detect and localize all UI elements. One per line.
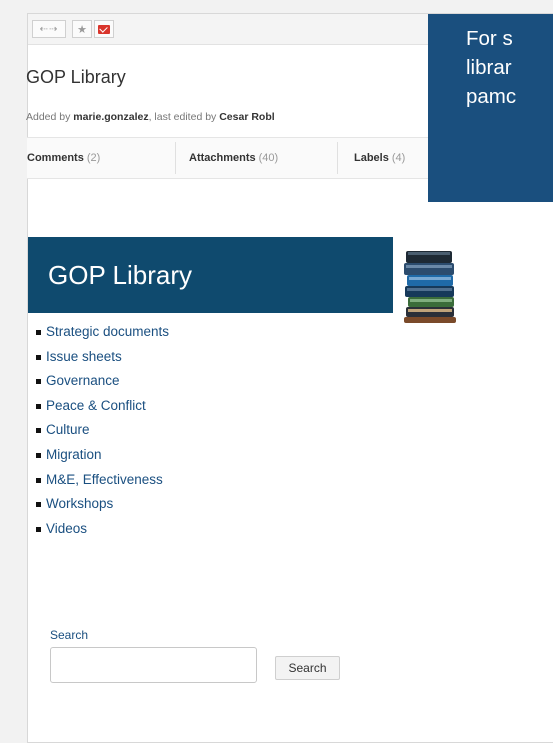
byline-editor-link[interactable]: Cesar Robl bbox=[219, 111, 274, 123]
link-me-effectiveness[interactable]: M&E, Effectiveness bbox=[36, 468, 169, 493]
tab-labels-count: (4) bbox=[391, 152, 406, 164]
byline-prefix: Added by bbox=[26, 111, 71, 123]
tab-labels-label: Labels bbox=[354, 152, 389, 164]
search-button[interactable]: Search bbox=[275, 656, 340, 680]
search-input[interactable] bbox=[50, 647, 257, 683]
tab-divider bbox=[175, 142, 176, 174]
tab-divider bbox=[337, 142, 338, 174]
tab-comments-count: (2) bbox=[86, 152, 101, 164]
search-label: Search bbox=[50, 628, 89, 642]
link-migration[interactable]: Migration bbox=[36, 443, 169, 468]
banner-title: GOP Library bbox=[48, 259, 193, 290]
library-links: Strategic documents Issue sheets Governa… bbox=[36, 320, 169, 541]
back-forward-arrows-icon[interactable]: ⇠⇢ bbox=[32, 20, 66, 38]
page-byline: Added by marie.gonzalez, last edited by … bbox=[26, 111, 275, 123]
callout-line: librar bbox=[466, 56, 512, 79]
mail-icon[interactable] bbox=[94, 20, 114, 38]
link-videos[interactable]: Videos bbox=[36, 517, 169, 542]
callout-line: For s bbox=[466, 27, 513, 50]
tab-labels[interactable]: Labels (4) bbox=[354, 138, 405, 178]
library-banner: GOP Library bbox=[28, 237, 393, 313]
link-governance[interactable]: Governance bbox=[36, 369, 169, 394]
callout-overlay: For s librar pamc bbox=[428, 14, 553, 202]
callout-line: pamc bbox=[466, 85, 517, 108]
tab-comments-label: Comments bbox=[27, 152, 84, 164]
link-peace-conflict[interactable]: Peace & Conflict bbox=[36, 394, 169, 419]
link-issue-sheets[interactable]: Issue sheets bbox=[36, 345, 169, 370]
byline-middle: , last edited by bbox=[148, 111, 217, 123]
link-culture[interactable]: Culture bbox=[36, 418, 169, 443]
books-stack-icon bbox=[404, 251, 456, 323]
tab-attachments[interactable]: Attachments (40) bbox=[189, 138, 278, 178]
star-icon[interactable]: ★ bbox=[72, 20, 92, 38]
link-strategic-documents[interactable]: Strategic documents bbox=[36, 320, 169, 345]
link-workshops[interactable]: Workshops bbox=[36, 492, 169, 517]
mail-envelope-shape bbox=[98, 24, 110, 34]
image-credit-watermark bbox=[478, 236, 486, 316]
page-title: GOP Library bbox=[26, 67, 126, 87]
tab-attachments-count: (40) bbox=[258, 152, 279, 164]
tab-comments[interactable]: Comments (2) bbox=[27, 138, 100, 178]
byline-author-link[interactable]: marie.gonzalez bbox=[73, 111, 148, 123]
tab-attachments-label: Attachments bbox=[189, 152, 256, 164]
